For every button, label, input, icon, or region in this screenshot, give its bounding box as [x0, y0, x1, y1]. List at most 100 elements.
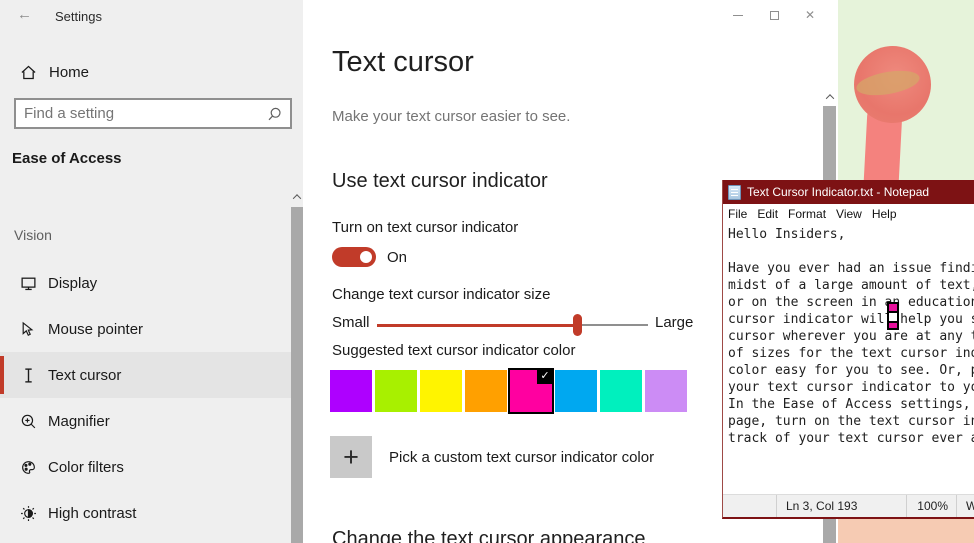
close-icon: ✕ — [804, 8, 816, 22]
display-icon — [20, 275, 37, 292]
notepad-text-line: track of your text cursor ever a — [728, 431, 974, 446]
maximize-icon — [769, 10, 779, 20]
notepad-text-line: your text cursor indicator to yo — [728, 380, 974, 395]
settings-window: ← Settings Home Ease of Access — [0, 0, 837, 543]
menu-edit[interactable]: Edit — [752, 207, 783, 221]
notepad-text-line: Have you ever had an issue findi — [728, 261, 974, 276]
notepad-text-line: In the Ease of Access settings, — [728, 397, 971, 412]
status-zoom-level: 100% — [906, 495, 956, 517]
sidebar-item-text-cursor[interactable]: Text cursor — [0, 352, 291, 398]
notepad-text-line: page, turn on the text cursor in — [728, 414, 974, 429]
slider-max-label: Large — [655, 314, 694, 331]
color-swatch-5[interactable] — [555, 370, 597, 412]
sidebar-item-label: Mouse pointer — [48, 320, 144, 338]
toggle-state-text: On — [387, 249, 408, 266]
status-line-col: Ln 3, Col 193 — [776, 495, 906, 517]
notepad-text-line: cursor wherever you are at any t — [728, 329, 974, 344]
sidebar-item-label: Color filters — [48, 458, 124, 476]
slider-min-label: Small — [332, 314, 370, 331]
window-caption-buttons: ✕ — [720, 0, 837, 30]
notepad-text-line — [728, 243, 974, 260]
menu-file[interactable]: File — [723, 207, 752, 221]
menu-view[interactable]: View — [831, 207, 867, 221]
page-title: Text cursor — [332, 46, 474, 78]
back-icon[interactable]: ← — [17, 6, 32, 23]
search-input[interactable] — [16, 105, 267, 122]
notepad-menubar: File Edit Format View Help — [723, 204, 974, 224]
notepad-text-line: or on the screen in an education — [728, 295, 974, 310]
color-swatch-4[interactable]: ✓ — [508, 368, 554, 414]
notepad-text-line: of sizes for the text cursor ind — [728, 346, 974, 361]
notepad-text-line: midst of a large amount of text, — [728, 278, 974, 293]
photo-foreground — [838, 519, 974, 543]
notepad-text-line: Hello Insiders, — [728, 227, 846, 242]
size-label: Change text cursor indicator size — [332, 286, 551, 303]
menu-help[interactable]: Help — [867, 207, 902, 221]
color-swatch-7[interactable] — [645, 370, 687, 412]
notepad-titlebar[interactable]: Text Cursor Indicator.txt - Notepad — [723, 180, 974, 204]
search-box[interactable] — [14, 98, 292, 129]
sidebar-item-label: High contrast — [48, 504, 137, 522]
slider-fill — [377, 323, 578, 327]
sidebar-item-home[interactable]: Home — [0, 53, 290, 91]
toggle-label: Turn on text cursor indicator — [332, 219, 519, 236]
sidebar-item-label: Display — [48, 274, 98, 292]
page-subtitle: Make your text cursor easier to see. — [332, 108, 571, 125]
notepad-text-line: color easy for you to see. Or, p — [728, 363, 974, 378]
home-icon — [20, 64, 37, 81]
settings-sidebar: ← Settings Home Ease of Access — [0, 0, 303, 543]
sidebar-scrollbar-thumb[interactable] — [291, 207, 303, 543]
color-swatch-6[interactable] — [600, 370, 642, 412]
notepad-text-area[interactable]: Hello Insiders, Have you ever had an issu… — [723, 224, 974, 494]
sidebar-nav: Display Mouse pointer Text cursor Magnifier… — [0, 260, 291, 536]
pick-custom-color-label: Pick a custom text cursor indicator colo… — [389, 448, 655, 466]
slider-thumb[interactable] — [573, 314, 583, 336]
size-slider[interactable] — [377, 313, 648, 337]
text-cursor-icon — [20, 367, 37, 384]
scroll-up-icon[interactable] — [291, 190, 303, 204]
sidebar-item-magnifier[interactable]: Magnifier — [0, 398, 291, 444]
color-swatch-3[interactable] — [465, 370, 507, 412]
custom-color-row: + Pick a custom text cursor indicator co… — [330, 436, 654, 478]
sidebar-scrollbar[interactable] — [291, 190, 303, 543]
section-heading-appearance: Change the text cursor appearance — [332, 528, 646, 543]
desktop: ← Settings Home Ease of Access — [0, 0, 974, 543]
scroll-up-icon[interactable] — [823, 90, 836, 104]
sidebar-section-heading: Ease of Access — [12, 150, 122, 167]
status-cell-empty — [723, 495, 776, 517]
status-line-ending: W — [956, 495, 974, 517]
minimize-icon — [733, 14, 743, 16]
magnifier-icon — [20, 413, 37, 430]
section-heading-use-indicator: Use text cursor indicator — [332, 170, 548, 192]
maximize-button[interactable] — [756, 0, 792, 30]
cursor-gumdrop-top — [887, 302, 899, 313]
cursor-gumdrop-bottom — [887, 321, 899, 330]
color-swatch-0[interactable] — [330, 370, 372, 412]
minimize-button[interactable] — [720, 0, 756, 30]
cursor-ibeam — [887, 313, 899, 321]
text-cursor-indicator — [887, 302, 899, 330]
close-button[interactable]: ✕ — [792, 0, 828, 30]
notepad-statusbar: Ln 3, Col 193 100% W — [723, 494, 974, 517]
sidebar-item-high-contrast[interactable]: High contrast — [0, 490, 291, 536]
pick-custom-color-button[interactable]: + — [330, 436, 372, 478]
notepad-icon — [728, 184, 741, 200]
sidebar-item-display[interactable]: Display — [0, 260, 291, 306]
sidebar-item-label: Text cursor — [48, 366, 122, 384]
text-cursor-indicator-toggle[interactable] — [332, 247, 376, 267]
menu-format[interactable]: Format — [783, 207, 831, 221]
color-swatch-2[interactable] — [420, 370, 462, 412]
mouse-pointer-icon — [20, 321, 37, 338]
sidebar-item-mouse-pointer[interactable]: Mouse pointer — [0, 306, 291, 352]
sidebar-item-label: Home — [49, 63, 90, 81]
color-swatch-1[interactable] — [375, 370, 417, 412]
high-contrast-icon — [20, 505, 37, 522]
sidebar-item-color-filters[interactable]: Color filters — [0, 444, 291, 490]
color-swatch-row: ✓ — [330, 368, 687, 414]
notepad-title: Text Cursor Indicator.txt - Notepad — [747, 185, 930, 199]
search-icon[interactable] — [267, 106, 283, 122]
sidebar-item-label: Magnifier — [48, 412, 110, 430]
color-filters-icon — [20, 459, 37, 476]
color-label: Suggested text cursor indicator color — [332, 342, 576, 359]
notepad-window: Text Cursor Indicator.txt - Notepad File… — [722, 180, 974, 519]
